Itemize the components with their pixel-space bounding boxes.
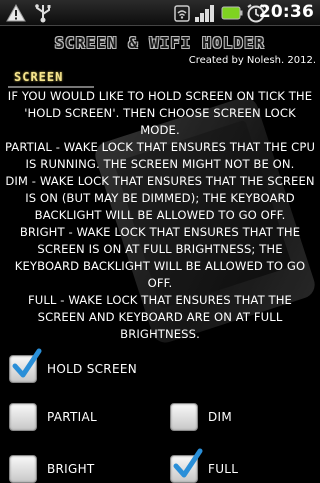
battery-icon [221, 6, 243, 20]
bright-label[interactable]: BRIGHT [47, 462, 95, 476]
partial-label[interactable]: PARTIAL [47, 410, 97, 424]
credit-text: Created by Nolesh. 2012. [188, 55, 316, 66]
signal-bars-icon [195, 5, 214, 22]
section-title: SCREEN [14, 70, 64, 84]
wifi-icon [174, 5, 190, 22]
check-mark-icon [173, 448, 203, 478]
description-line: DIM - WAKE LOCK THAT ENSURES THAT THE SC… [5, 174, 315, 222]
app-title: Screen & Wifi Holder [54, 34, 266, 52]
dim-checkbox-row[interactable]: DIM [170, 403, 232, 431]
partial-checkbox[interactable] [9, 403, 37, 431]
bright-checkbox-row[interactable]: BRIGHT [9, 455, 95, 483]
description-line: IF YOU WOULD LIKE TO HOLD SCREEN ON TICK… [7, 89, 313, 137]
dim-label[interactable]: DIM [208, 410, 232, 424]
hold-screen-checkbox[interactable] [9, 348, 42, 383]
full-checkbox-row[interactable]: FULL [170, 448, 238, 483]
description-line: BRIGHT - WAKE LOCK THAT ENSURES THAT THE… [14, 225, 306, 290]
partial-checkbox-row[interactable]: PARTIAL [9, 403, 97, 431]
warning-icon [6, 4, 26, 22]
clock: 20:36 [258, 2, 314, 22]
dim-checkbox[interactable] [170, 403, 198, 431]
full-label[interactable]: FULL [208, 462, 238, 476]
description-text: IF YOU WOULD LIKE TO HOLD SCREEN ON TICK… [4, 88, 316, 343]
bright-checkbox[interactable] [9, 455, 37, 483]
full-checkbox[interactable] [170, 448, 203, 483]
usb-icon [35, 4, 51, 23]
hold-screen-label[interactable]: HOLD SCREEN [47, 362, 137, 376]
status-bar: 20:36 [0, 0, 320, 26]
description-line: PARTIAL - WAKE LOCK THAT ENSURES THAT TH… [4, 140, 316, 171]
hold-screen-checkbox-row[interactable]: HOLD SCREEN [9, 348, 137, 383]
description-line: FULL - WAKE LOCK THAT ENSURES THAT THE S… [28, 293, 292, 341]
check-mark-icon [12, 348, 42, 378]
